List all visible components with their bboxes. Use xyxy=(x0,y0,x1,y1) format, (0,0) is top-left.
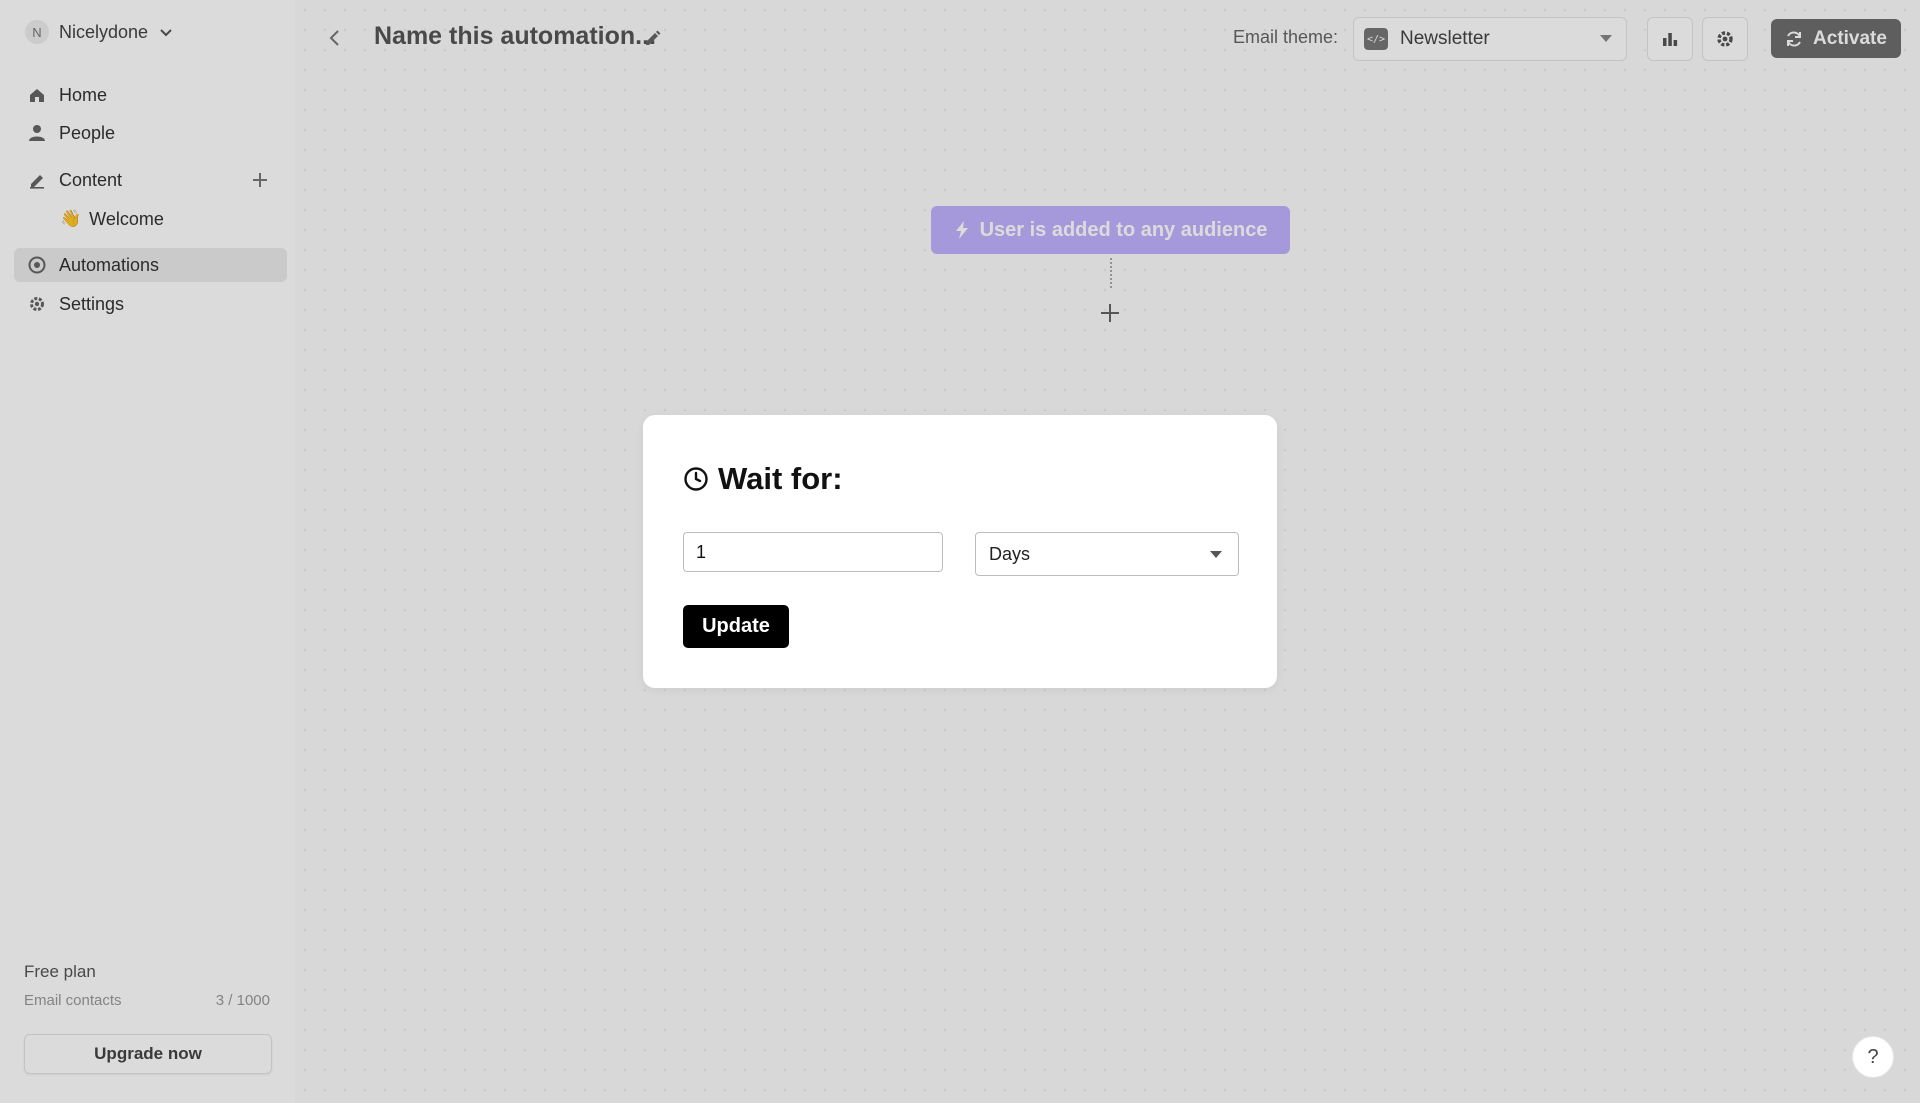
clock-icon xyxy=(684,467,708,491)
help-button[interactable]: ? xyxy=(1852,1036,1894,1078)
app: N Nicelydone Home People Content 👋 Welco… xyxy=(0,0,1920,1103)
modal-header: Wait for: xyxy=(683,461,843,497)
wait-step-modal: Wait for: Days Update xyxy=(643,415,1277,688)
wait-unit-select[interactable]: Days xyxy=(975,532,1239,576)
update-button[interactable]: Update xyxy=(683,605,789,648)
modal-title: Wait for: xyxy=(718,461,843,496)
wait-unit-value: Days xyxy=(989,544,1031,564)
wait-amount-input[interactable] xyxy=(683,532,943,572)
caret-down-icon xyxy=(1210,551,1222,558)
